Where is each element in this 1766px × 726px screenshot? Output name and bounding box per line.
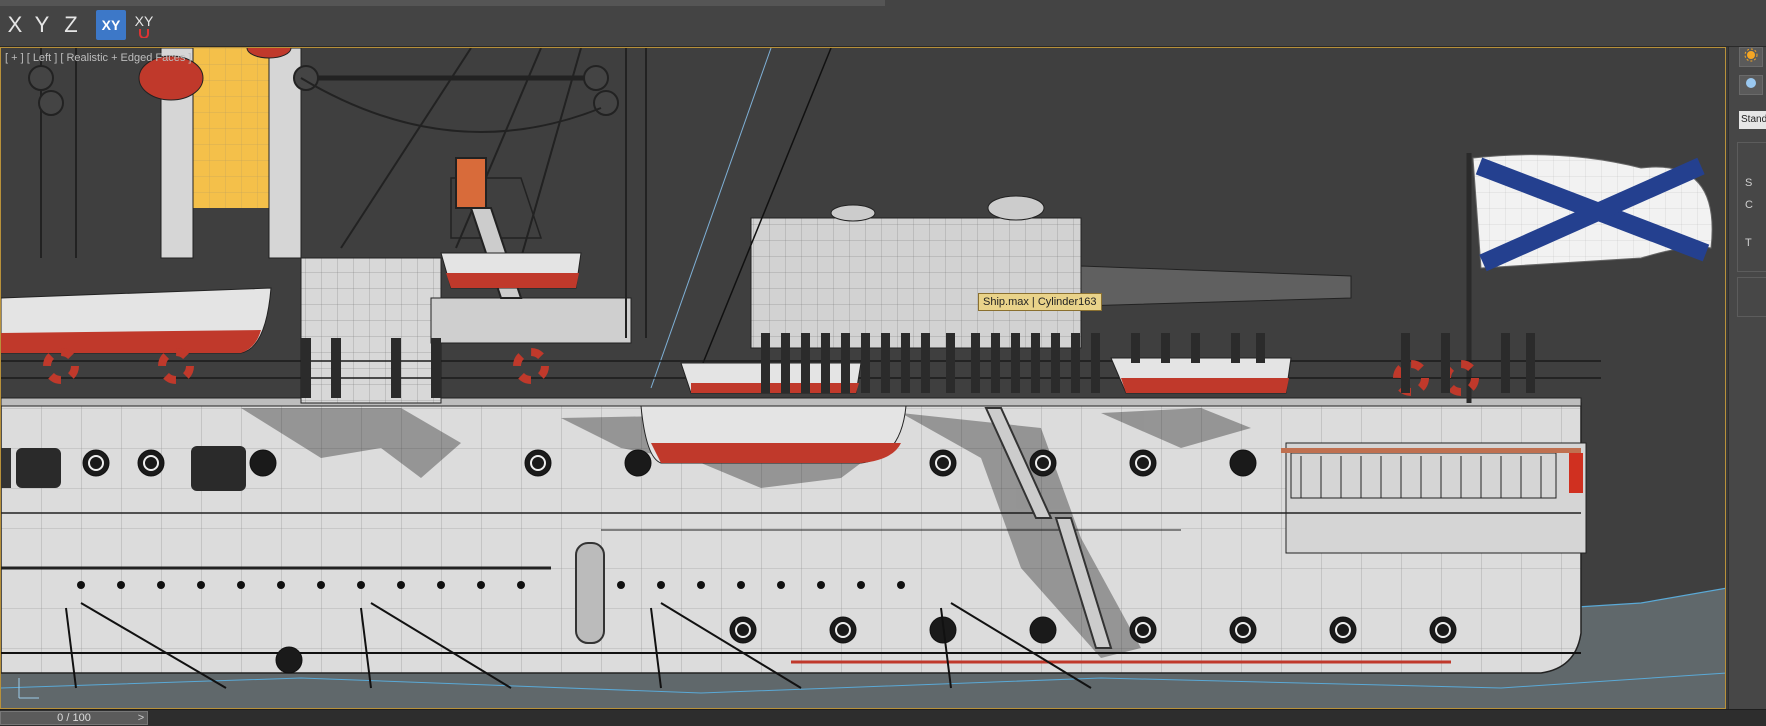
time-slider[interactable]: 0 / 100 (0, 711, 148, 725)
axis-constraint-label: XY (134, 13, 154, 29)
axis-y-button[interactable]: Y (29, 10, 55, 40)
viewport-left[interactable]: [ + ] [ Left ] [ Realistic + Edged Faces… (0, 47, 1726, 709)
geometry-button[interactable] (1739, 75, 1763, 95)
axis-constraint-button[interactable]: XY (130, 6, 158, 38)
side-letter-t[interactable]: T (1745, 237, 1752, 249)
funnel (138, 48, 302, 259)
next-frame-button[interactable]: > (134, 711, 148, 725)
sphere-icon (1746, 78, 1756, 88)
time-slider-bar: 0 / 100 > (0, 709, 1766, 726)
axis-z-button[interactable]: Z (58, 10, 84, 40)
main-toolbar: X Y Z XY XY (0, 0, 1766, 47)
axis-x-button[interactable]: X (2, 10, 28, 40)
object-type-dropdown[interactable]: Stand (1739, 111, 1766, 129)
magnet-icon (139, 29, 149, 38)
side-letter-s[interactable]: S (1745, 177, 1752, 189)
ship-scene (1, 48, 1725, 708)
name-color-rollout (1737, 277, 1766, 317)
side-letter-c[interactable]: C (1745, 199, 1753, 211)
object-tooltip: Ship.max | Cylinder163 (978, 293, 1102, 311)
axis-xy-button[interactable]: XY (96, 10, 126, 40)
create-tab-button[interactable] (1739, 47, 1763, 67)
viewport-label[interactable]: [ + ] [ Left ] [ Realistic + Edged Faces… (5, 52, 191, 64)
sun-icon (1744, 48, 1758, 62)
command-panel: Stand S C T (1728, 47, 1766, 709)
